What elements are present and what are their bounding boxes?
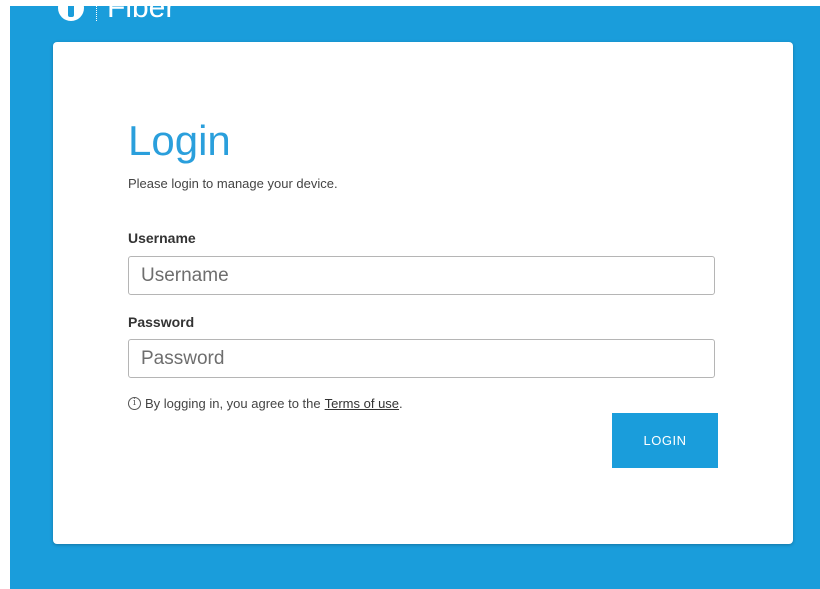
- info-icon: i: [128, 397, 141, 410]
- brand-name: Fiber: [107, 6, 176, 24]
- page-background: Fiber Login Please login to manage your …: [10, 6, 820, 589]
- login-card: Login Please login to manage your device…: [53, 42, 793, 544]
- page-title: Login: [128, 117, 231, 164]
- login-subtitle: Please login to manage your device.: [128, 176, 338, 191]
- terms-notice: i By logging in, you agree to the Terms …: [128, 396, 403, 411]
- terms-of-use-link[interactable]: Terms of use: [325, 396, 399, 411]
- terms-text: By logging in, you agree to the: [145, 396, 321, 411]
- username-field[interactable]: [128, 256, 715, 295]
- brand-divider: [96, 6, 97, 21]
- brand-header: Fiber: [58, 6, 175, 24]
- password-field[interactable]: [128, 339, 715, 378]
- login-button[interactable]: LOGIN: [612, 413, 718, 468]
- fiber-logo-icon: [58, 6, 84, 21]
- username-label: Username: [128, 230, 196, 246]
- password-label: Password: [128, 314, 195, 330]
- terms-period: .: [399, 396, 403, 411]
